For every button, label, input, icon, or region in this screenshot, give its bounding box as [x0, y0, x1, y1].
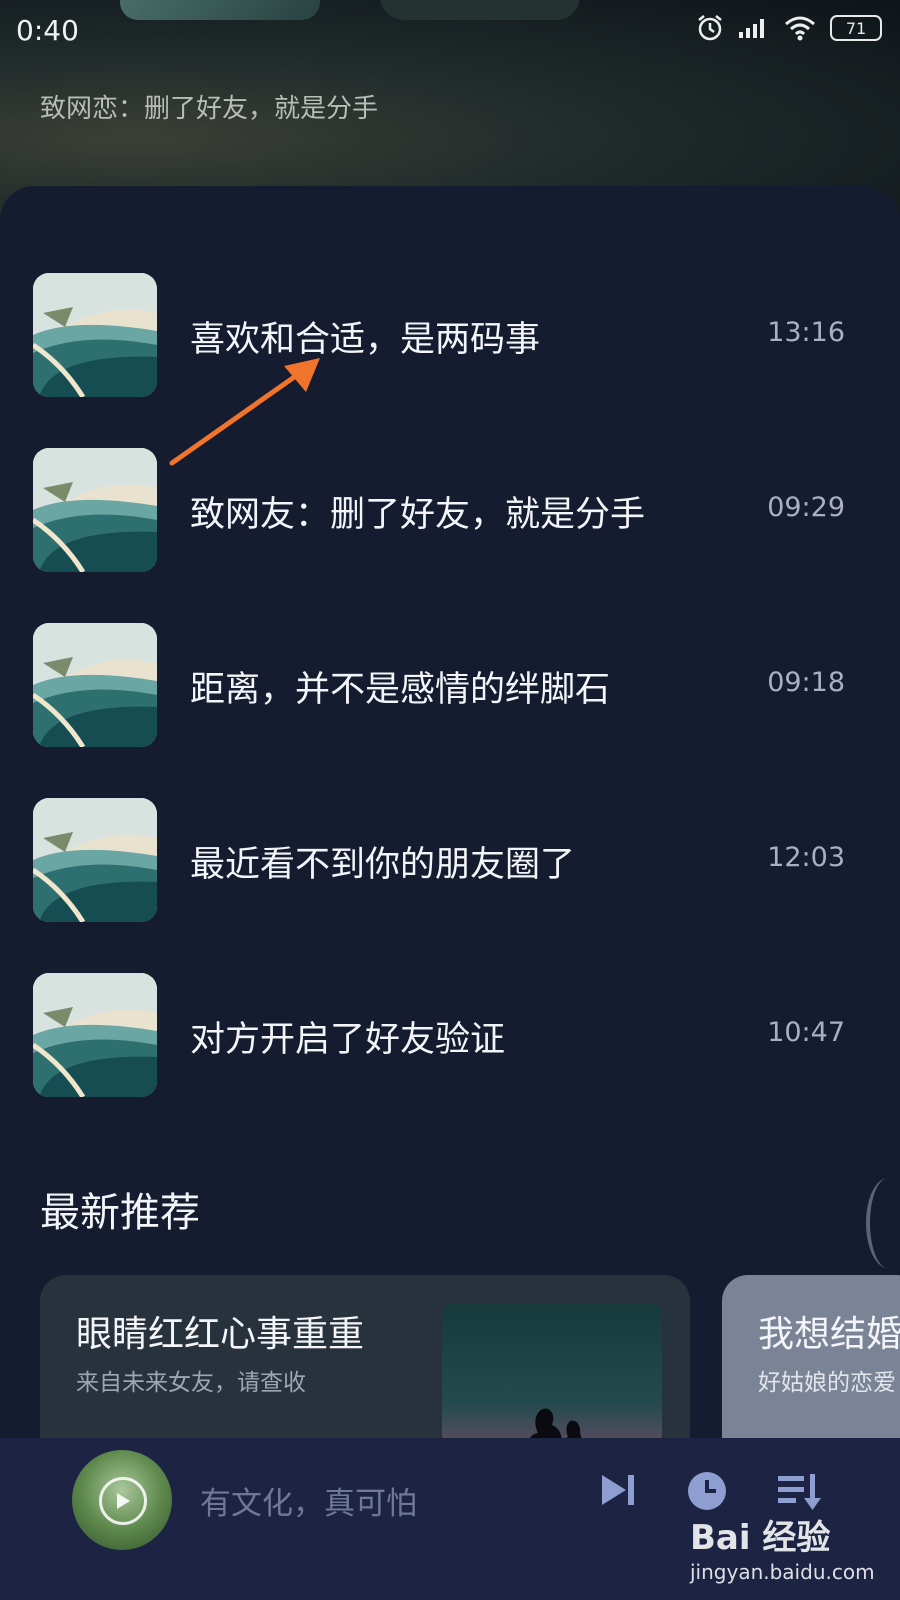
section-title: 最新推荐: [40, 1190, 200, 1236]
list-item[interactable]: 距离，并不是感情的绊脚石 09:18: [0, 623, 900, 747]
playlist-icon[interactable]: [776, 1470, 822, 1512]
article-title: 致网友：删了好友，就是分手: [190, 495, 646, 535]
now-playing-title: 有文化，真可怕: [200, 1486, 417, 1522]
card-title: 眼睛红红心事重重: [76, 1314, 365, 1355]
article-time: 09:18: [767, 667, 845, 698]
article-title: 对方开启了好友验证: [190, 1020, 506, 1060]
now-playing-cover[interactable]: [72, 1450, 172, 1550]
article-thumbnail: [33, 448, 157, 572]
article-thumbnail: [33, 273, 157, 397]
banner-subtitle: 致网恋：删了好友，就是分手: [40, 94, 379, 124]
watermark-url: jingyan.baidu.com: [690, 1560, 875, 1584]
article-title: 距离，并不是感情的绊脚石: [190, 670, 611, 710]
article-thumbnail: [33, 973, 157, 1097]
status-bar: 0:40 71: [0, 0, 900, 60]
status-time: 0:40: [16, 14, 79, 47]
card-subtitle: 来自未来女友，请查收: [76, 1370, 306, 1396]
baidu-watermark: Bai 经验 jingyan.baidu.com: [690, 1510, 890, 1600]
article-time: 10:47: [767, 1017, 845, 1048]
annotation-arrow-icon: [169, 358, 320, 466]
list-item[interactable]: 对方开启了好友验证 10:47: [0, 973, 900, 1097]
list-item[interactable]: 致网友：删了好友，就是分手 09:29: [0, 448, 900, 572]
signal-icon: [739, 19, 764, 38]
next-track-icon[interactable]: [598, 1470, 638, 1510]
watermark-logo: Bai 经验: [690, 1518, 831, 1558]
play-icon[interactable]: [99, 1477, 147, 1525]
wifi-icon: [785, 16, 815, 41]
card-subtitle: 好姑娘的恋爱: [758, 1370, 896, 1396]
article-thumbnail: [33, 623, 157, 747]
list-item[interactable]: 喜欢和合适，是两码事 13:16: [0, 273, 900, 397]
article-time: 12:03: [767, 842, 845, 873]
list-item[interactable]: 最近看不到你的朋友圈了 12:03: [0, 798, 900, 922]
timer-icon[interactable]: [686, 1470, 728, 1512]
article-title: 最近看不到你的朋友圈了: [190, 845, 576, 885]
article-time: 13:16: [767, 317, 845, 348]
article-time: 09:29: [767, 492, 845, 523]
article-thumbnail: [33, 798, 157, 922]
alarm-icon: [698, 15, 722, 41]
battery-indicator: 71: [830, 15, 882, 41]
card-title: 我想结婚: [758, 1314, 900, 1355]
